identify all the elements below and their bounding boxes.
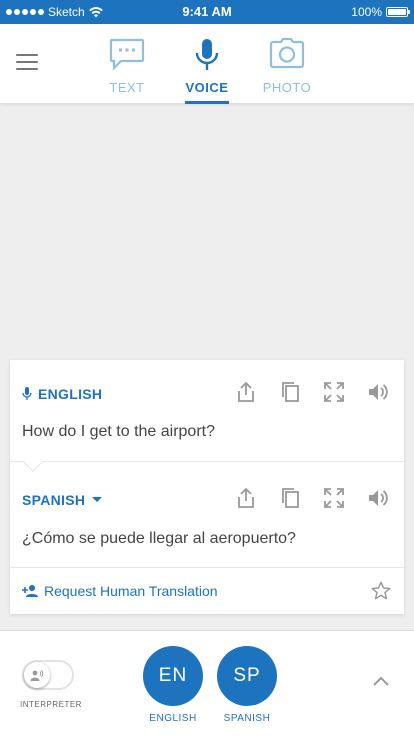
toggle-knob [24,662,50,688]
chat-bubble-icon [109,38,145,71]
chevron-up-icon[interactable] [372,675,390,687]
status-bar: Sketch 9:41 AM 100% [0,0,414,24]
speaker-icon[interactable] [364,484,392,512]
source-language-row: ENGLISH [10,378,404,408]
target-language-row: SPANISH [10,484,404,514]
share-icon[interactable] [232,378,260,406]
english-language-button[interactable]: EN [143,646,203,706]
star-icon[interactable] [370,580,392,602]
interpreter-toggle[interactable] [22,660,74,690]
fullscreen-icon[interactable] [320,378,348,406]
bubble-notch [23,452,43,472]
request-human-translation-button[interactable]: Request Human Translation [22,583,218,599]
english-caption: ENGLISH [149,713,197,724]
request-row: Request Human Translation [10,568,404,614]
interpreter-icon [30,669,44,681]
tab-voice-label: VOICE [185,80,229,95]
hamburger-menu-icon[interactable] [16,54,38,72]
target-text: ¿Cómo se puede llegar al aeropuerto? [22,530,296,547]
spanish-caption: SPANISH [223,713,271,724]
spanish-language-button[interactable]: SP [217,646,277,706]
microphone-icon [195,39,219,70]
status-right: 100% [351,0,410,24]
microphone-small-icon [22,387,32,400]
battery-percentage: 100% [351,5,382,19]
header: TEXT VOICE PHOTO [0,24,414,104]
dropdown-arrow-icon [92,497,103,502]
share-icon[interactable] [232,484,260,512]
spanish-code: SP [233,665,261,686]
translation-card: ENGLISH How do I get to the airport? SPA… [10,360,404,614]
tab-photo-label: PHOTO [262,80,312,95]
tab-voice[interactable]: VOICE [185,24,229,104]
source-language-label: ENGLISH [38,386,103,402]
source-text: How do I get to the airport? [22,423,215,440]
bottom-bar: INTERPRETER EN ENGLISH SP SPANISH [0,630,414,736]
tab-text-label: TEXT [109,80,145,95]
fullscreen-icon[interactable] [320,484,348,512]
tab-text[interactable]: TEXT [100,24,154,104]
add-person-icon [22,585,38,597]
tab-photo[interactable]: PHOTO [260,24,314,104]
copy-icon[interactable] [276,378,304,406]
source-language-selector[interactable]: ENGLISH [22,386,102,402]
battery-fill [388,9,406,15]
target-language-selector[interactable]: SPANISH [22,492,103,508]
interpreter-label: INTERPRETER [20,700,82,709]
copy-icon[interactable] [276,484,304,512]
battery-icon [386,7,410,17]
target-language-label: SPANISH [22,492,86,508]
request-human-translation-label: Request Human Translation [44,583,218,599]
speaker-icon[interactable] [364,378,392,406]
divider [10,461,404,462]
english-code: EN [158,665,188,686]
camera-icon [269,38,305,69]
